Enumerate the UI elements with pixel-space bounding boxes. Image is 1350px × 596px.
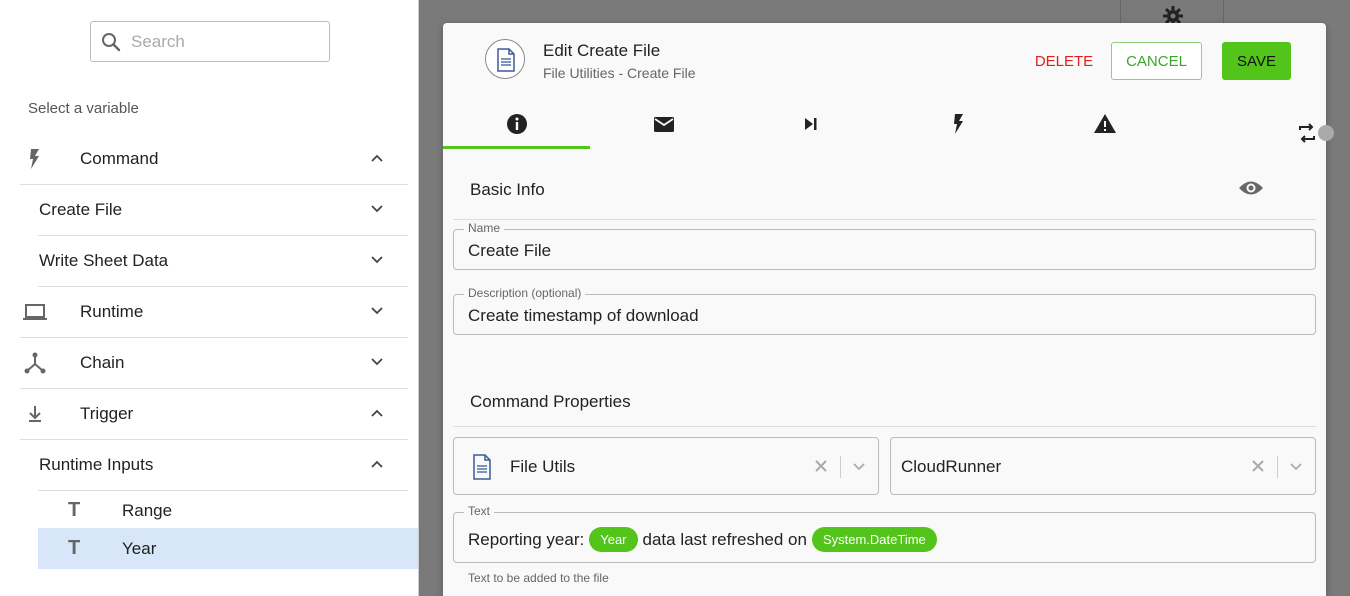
tree-item-label: Create File [39,200,123,219]
divider [453,219,1316,220]
chevron-down-icon[interactable] [370,355,384,369]
trigger-icon [22,401,48,427]
utility-select-value: File Utils [510,457,576,476]
tree-item-runtime-inputs[interactable]: Runtime Inputs [38,440,408,491]
utility-select[interactable]: File Utils [453,437,879,495]
variable-label: Year [122,539,157,558]
tree-item-runtime[interactable]: Runtime [20,287,408,338]
document-icon [485,39,525,79]
variable-chip-year[interactable]: Year [589,527,638,552]
description-field-value[interactable]: Create timestamp of download [468,306,699,326]
tree-item-write-sheet-data[interactable]: Write Sheet Data [38,236,408,287]
variable-chip-datetime[interactable]: System.DateTime [811,527,937,552]
save-button[interactable]: SAVE [1222,42,1291,80]
delete-button[interactable]: DELETE [1018,42,1110,80]
search-icon [101,32,121,57]
chevron-down-icon[interactable] [370,202,384,216]
tab-warning[interactable] [1031,103,1178,149]
chevron-down-icon[interactable] [852,460,866,479]
chevron-down-icon[interactable] [1289,460,1303,479]
chevron-up-icon[interactable] [370,457,384,471]
document-icon [472,454,492,485]
section-command-properties: Command Properties [470,392,631,411]
chain-icon [22,350,48,376]
select-separator [1277,456,1278,478]
text-field[interactable]: Text Reporting year: Year data last refr… [453,504,1316,563]
search-box[interactable] [90,21,330,62]
text-prefix: Reporting year: [468,529,585,549]
search-input[interactable] [131,30,321,54]
text-field-helper: Text to be added to the file [468,571,609,585]
tab-trigger[interactable] [884,103,1031,149]
text-type-icon: T [68,537,81,559]
variable-item-range[interactable]: T Range [38,490,418,531]
tree-item-trigger[interactable]: Trigger [20,389,408,440]
lightning-icon [22,146,48,172]
dialog-subtitle: File Utilities - Create File [543,65,696,81]
description-field-label: Description (optional) [464,286,586,300]
runner-select-value: CloudRunner [901,457,1002,476]
tree-item-label: Write Sheet Data [39,251,169,270]
tree-item-label: Runtime [80,302,144,321]
runner-select[interactable]: CloudRunner [890,437,1316,495]
name-field[interactable]: Name Create File [453,221,1316,270]
background-toolbar [1120,0,1224,26]
tab-skip[interactable] [737,103,884,149]
tree-item-label: Runtime Inputs [39,455,154,474]
chevron-up-icon[interactable] [370,406,384,420]
clear-icon[interactable] [1251,459,1265,478]
chevron-up-icon[interactable] [370,151,384,165]
section-basic-info: Basic Info [470,180,545,199]
cancel-button[interactable]: CANCEL [1111,42,1202,80]
variable-item-year[interactable]: T Year [38,528,418,569]
dialog-tabs [443,103,1334,149]
tree-item-label: Chain [80,353,125,372]
name-field-label: Name [464,221,505,235]
chevron-down-icon[interactable] [370,304,384,318]
description-field[interactable]: Description (optional) Create timestamp … [453,286,1316,335]
variable-label: Range [122,501,173,520]
text-field-content[interactable]: Reporting year: Year data last refreshed… [468,527,942,552]
text-middle: data last refreshed on [642,529,807,549]
text-type-icon: T [68,499,81,521]
tab-repeat[interactable] [1178,103,1334,149]
tree-item-label: Trigger [80,404,134,423]
tab-info[interactable] [443,103,590,149]
tree-item-create-file[interactable]: Create File [38,185,408,236]
name-field-value[interactable]: Create File [468,241,551,261]
chevron-down-icon[interactable] [370,253,384,267]
dialog-title: Edit Create File [543,41,661,60]
clear-icon[interactable] [814,459,828,478]
tree-item-command[interactable]: Command [20,134,408,185]
tab-mail[interactable] [590,103,737,149]
divider [453,426,1316,427]
tree-item-chain[interactable]: Chain [20,338,408,389]
variable-panel: Select a variable Command Create File Wr… [0,0,419,596]
laptop-icon [22,299,48,325]
select-variable-label: Select a variable [28,100,139,117]
edit-command-dialog: Edit Create File File Utilities - Create… [443,23,1334,596]
text-field-label: Text [464,504,495,518]
eye-icon[interactable] [1238,179,1264,202]
tree-item-label: Command [80,149,159,168]
select-separator [840,456,841,478]
